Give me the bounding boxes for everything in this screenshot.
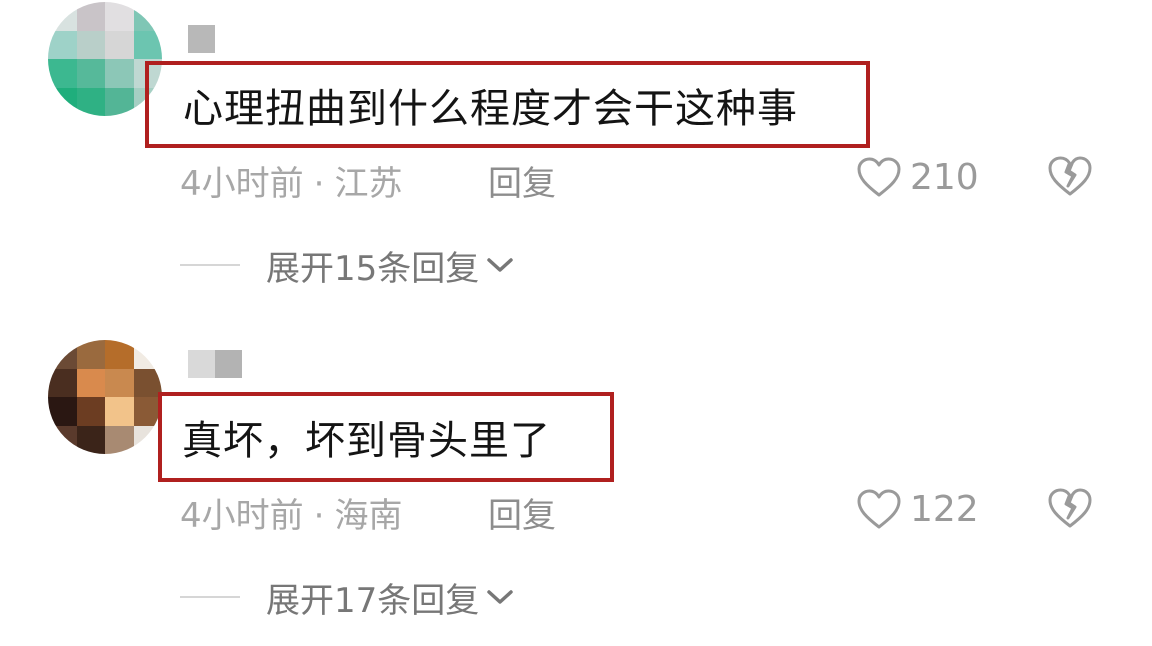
username-pixelated[interactable]	[188, 25, 215, 53]
avatar-mosaic-tile	[76, 340, 105, 369]
broken-heart-icon	[1048, 488, 1092, 528]
avatar-mosaic-tile	[48, 59, 77, 88]
comment-time: 4小时前	[180, 164, 304, 204]
highlighted-comment-box: 心理扭曲到什么程度才会干这种事	[145, 61, 870, 148]
avatar-mosaic-tile	[105, 87, 134, 116]
broken-heart-icon	[1048, 156, 1092, 196]
avatar-mosaic-tile	[48, 87, 77, 116]
avatar-mosaic-tile	[48, 368, 77, 397]
avatar-mosaic-tile	[105, 425, 134, 454]
comment-meta: 4小时前 · 江苏 回复	[180, 156, 556, 205]
avatar-mosaic-tile	[48, 425, 77, 454]
avatar-mosaic-tile	[48, 30, 77, 59]
reply-button[interactable]: 回复	[488, 156, 556, 205]
expand-replies-button[interactable]: 展开17条回复	[180, 575, 515, 621]
heart-icon	[857, 489, 901, 529]
comment-meta: 4小时前 · 海南 回复	[180, 488, 556, 537]
comment-location: 海南	[334, 496, 403, 536]
comment-time: 4小时前	[180, 496, 304, 536]
like-count: 210	[910, 156, 979, 198]
username-pixelated[interactable]	[188, 350, 242, 378]
avatar-mosaic-tile	[76, 368, 105, 397]
avatar-mosaic-tile	[105, 340, 134, 369]
chevron-down-icon	[487, 590, 514, 604]
comment-location: 江苏	[334, 164, 403, 204]
dislike-button[interactable]	[1046, 154, 1094, 200]
divider-line	[180, 596, 240, 598]
avatar-mosaic-tile	[76, 397, 105, 426]
username-mosaic-tile	[215, 350, 242, 378]
comment-text: 真坏，坏到骨头里了	[182, 418, 551, 464]
avatar-mosaic-tile	[133, 2, 162, 31]
avatar-mosaic-tile	[133, 30, 162, 59]
avatar-mosaic-tile	[76, 87, 105, 116]
chevron-down-icon	[487, 258, 514, 272]
avatar-mosaic-tile	[105, 368, 134, 397]
avatar-mosaic-tile	[105, 397, 134, 426]
avatar-mosaic-tile	[133, 340, 162, 369]
expand-replies-label: 展开17条回复	[266, 580, 480, 621]
divider-line	[180, 264, 240, 266]
highlighted-comment-box: 真坏，坏到骨头里了	[158, 392, 614, 482]
avatar-mosaic-tile	[48, 397, 77, 426]
avatar-mosaic-tile	[105, 30, 134, 59]
comment-text: 心理扭曲到什么程度才会干这种事	[183, 85, 798, 132]
avatar-mosaic-tile	[76, 30, 105, 59]
avatar-mosaic-tile	[48, 340, 77, 369]
reply-button[interactable]: 回复	[488, 488, 556, 537]
avatar-mosaic-tile	[76, 425, 105, 454]
like-button[interactable]: 122	[856, 486, 979, 532]
avatar-mosaic-tile	[76, 59, 105, 88]
avatar-mosaic-tile	[105, 2, 134, 31]
dislike-button[interactable]	[1046, 486, 1094, 532]
expand-replies-label: 展开15条回复	[266, 248, 480, 289]
comment-item: 真坏，坏到骨头里了 4小时前 · 海南 回复 122 展开17条回复	[0, 332, 1152, 632]
avatar-mosaic-tile	[48, 2, 77, 31]
expand-replies-button[interactable]: 展开15条回复	[180, 243, 515, 289]
like-button[interactable]: 210	[856, 154, 979, 200]
avatar-mosaic-tile	[105, 59, 134, 88]
avatar-mosaic-tile	[76, 2, 105, 31]
meta-separator: ·	[313, 164, 325, 204]
username-mosaic-tile	[188, 350, 215, 378]
heart-icon	[857, 157, 901, 197]
avatar[interactable]	[48, 340, 162, 454]
like-count: 122	[910, 488, 979, 530]
username-mosaic-tile	[188, 25, 215, 53]
meta-separator: ·	[313, 496, 325, 536]
comment-item: 心理扭曲到什么程度才会干这种事 4小时前 · 江苏 回复 210 展开15条回复	[0, 0, 1152, 300]
